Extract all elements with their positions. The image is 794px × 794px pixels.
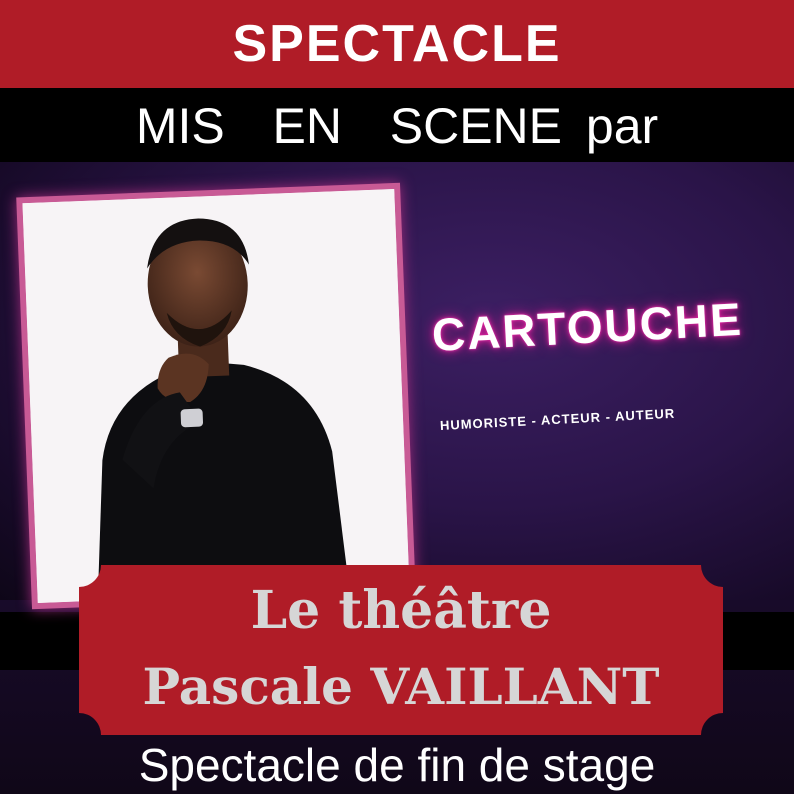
venue-line2: Pascale VAILLANT	[142, 657, 660, 716]
artist-silhouette-image	[22, 189, 410, 603]
subtitle-band: MIS EN SCENE par	[0, 88, 794, 162]
venue-line1: Le théâtre	[250, 580, 552, 641]
footer-text: Spectacle de fin de stage	[138, 739, 656, 791]
mis-en-scene-text: MIS EN SCENE par	[135, 98, 659, 154]
spectacle-title: SPECTACLE	[232, 15, 562, 73]
venue-ticket: Le théâtre Pascale VAILLANT	[79, 565, 723, 735]
top-banner: SPECTACLE	[0, 0, 794, 88]
artist-photo	[22, 189, 410, 603]
